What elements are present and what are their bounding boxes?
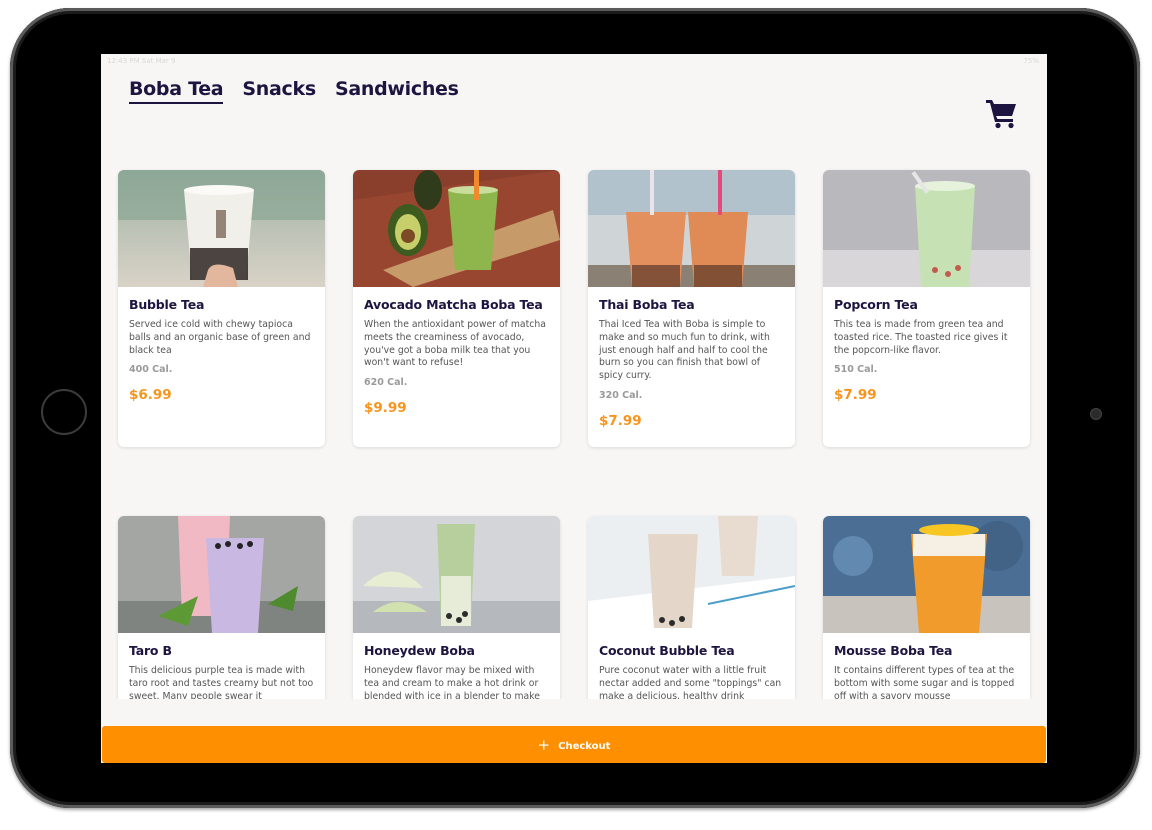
tab-boba-tea[interactable]: Boba Tea [129, 78, 224, 104]
product-image-avocado-matcha [353, 170, 560, 287]
product-price: $7.99 [599, 412, 642, 429]
status-bar: 12:43 PM Sat Mar 9 75% [101, 54, 1047, 68]
product-description: Pure coconut water with a little fruit n… [599, 665, 782, 702]
ipad-frame: 12:43 PM Sat Mar 9 75% Boba Tea Snacks S… [10, 8, 1140, 808]
tab-sandwiches[interactable]: Sandwiches [335, 78, 459, 102]
product-image-bubble-tea [118, 170, 325, 287]
status-time: 12:43 PM Sat Mar 9 [107, 57, 176, 65]
product-image-thai-boba [588, 170, 795, 287]
product-description: When the antioxidant power of matcha mee… [364, 319, 546, 369]
category-tabs: Boba Tea Snacks Sandwiches [129, 78, 473, 108]
product-description: This tea is made from green tea and toas… [834, 319, 1008, 356]
product-description: This delicious purple tea is made with t… [129, 665, 314, 702]
product-image-taro [118, 516, 325, 633]
product-calories: 620 Cal. [364, 377, 408, 389]
product-name: Taro B [129, 643, 172, 658]
product-name: Bubble Tea [129, 297, 205, 312]
product-price: $6.99 [129, 387, 172, 404]
product-name: Thai Boba Tea [599, 297, 695, 312]
product-card[interactable]: Avocado Matcha Boba Tea When the antioxi… [353, 170, 560, 447]
product-card[interactable]: Mousse Boba Tea It contains different ty… [823, 516, 1030, 716]
product-name: Mousse Boba Tea [834, 643, 953, 658]
product-image-popcorn-tea [823, 170, 1030, 287]
checkout-label: Checkout [558, 741, 611, 752]
product-image-mousse [823, 516, 1030, 633]
product-calories: 400 Cal. [129, 364, 173, 376]
plus-icon: + [537, 736, 551, 754]
product-name: Honeydew Boba [364, 643, 475, 658]
product-image-coconut [588, 516, 795, 633]
product-description: It contains different types of tea at th… [834, 665, 1015, 702]
grid-bottom-mask [101, 699, 1047, 726]
app-screen: 12:43 PM Sat Mar 9 75% Boba Tea Snacks S… [101, 54, 1047, 763]
product-name: Avocado Matcha Boba Tea [364, 297, 543, 312]
product-name: Popcorn Tea [834, 297, 918, 312]
shopping-cart-icon[interactable] [985, 96, 1019, 130]
product-description: Thai Iced Tea with Boba is simple to mak… [599, 319, 770, 382]
product-image-honeydew [353, 516, 560, 633]
camera-icon [1090, 408, 1102, 420]
product-card[interactable]: Popcorn Tea This tea is made from green … [823, 170, 1030, 447]
product-card[interactable]: Thai Boba Tea Thai Iced Tea with Boba is… [588, 170, 795, 447]
checkout-button[interactable]: + Checkout [102, 726, 1046, 763]
product-description: Honeydew flavor may be mixed with tea an… [364, 665, 541, 702]
home-button[interactable] [41, 389, 87, 435]
product-description: Served ice cold with chewy tapioca balls… [129, 319, 311, 356]
product-card[interactable]: Taro B This delicious purple tea is made… [118, 516, 325, 716]
product-card[interactable]: Coconut Bubble Tea Pure coconut water wi… [588, 516, 795, 716]
product-calories: 510 Cal. [834, 364, 878, 376]
product-calories: 320 Cal. [599, 389, 643, 401]
product-price: $7.99 [834, 387, 877, 404]
status-battery: 75% [1023, 57, 1039, 65]
product-card[interactable]: Bubble Tea Served ice cold with chewy ta… [118, 170, 325, 447]
tab-snacks[interactable]: Snacks [242, 78, 316, 102]
product-name: Coconut Bubble Tea [599, 643, 735, 658]
product-price: $9.99 [364, 400, 407, 417]
product-card[interactable]: Honeydew Boba Honeydew flavor may be mix… [353, 516, 560, 716]
